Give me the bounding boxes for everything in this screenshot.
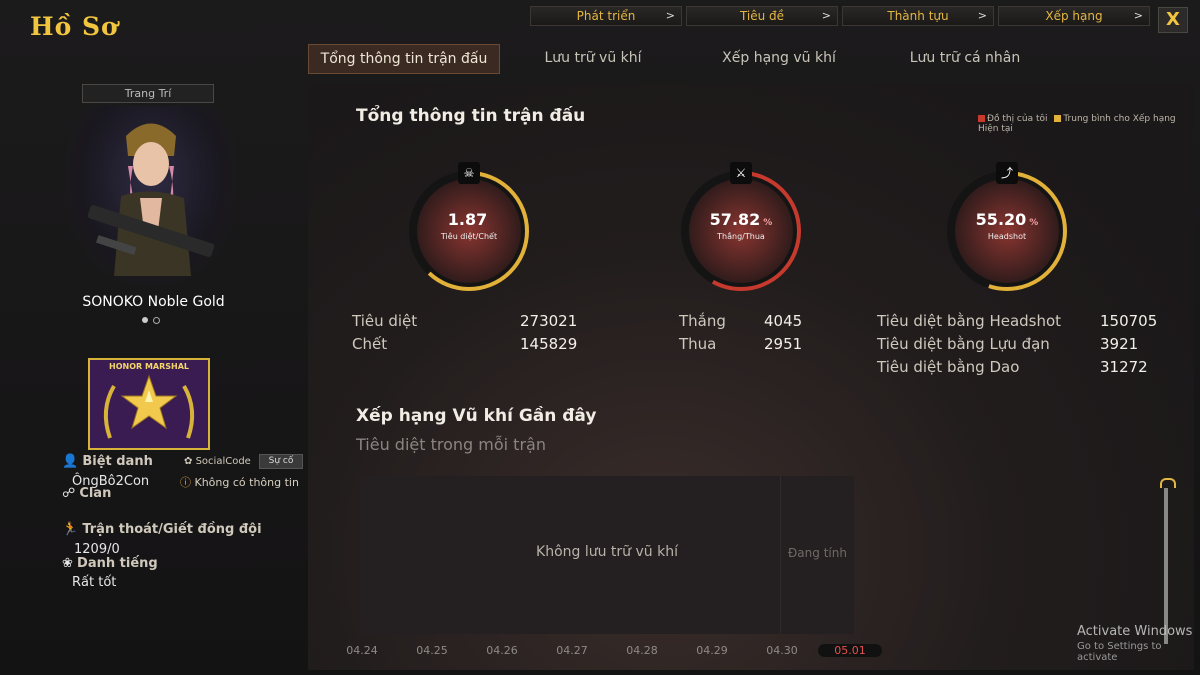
gauge-label: Tiêu diệt/Chết [440,232,498,241]
gauge-label: Thắng/Thua [717,232,765,241]
date-tab[interactable]: 04.25 [402,644,462,657]
date-tab[interactable]: 04.27 [542,644,602,657]
close-button[interactable]: X [1158,7,1188,33]
reputation-value: Rất tốt [72,575,117,590]
watermark-line1: Activate Windows [1077,624,1193,639]
character-name: SONOKO Noble Gold [82,294,225,310]
top-nav: Phát triển > Tiêu đề > Thành tựu > Xếp hạng… [530,6,1150,26]
date-tab[interactable]: 04.30 [752,644,812,657]
stat-deaths-value: 145829 [520,335,578,353]
escape-label: 🏃 Trận thoát/Giết đồng đội [62,522,262,537]
stat-headshot-label: Tiêu diệt bằng Headshot [877,312,1062,330]
gauge-value: 57.82% [709,210,773,229]
clan-icon: ☍ [62,486,76,501]
topnav-label: Tiêu đề [739,9,785,23]
pending-message: Đang tính [788,546,847,560]
social-icon: ✿ [184,456,193,467]
windows-activation-watermark: Activate Windows Go to Settings to activ… [1077,624,1200,663]
social-code-value: ⓘ Không có thông tin [180,476,299,489]
empty-message: Không lưu trữ vũ khí [536,544,678,560]
gauge-label: Headshot [987,232,1027,241]
date-tab[interactable]: 04.28 [612,644,672,657]
crossed-guns-icon: ⚔ [730,162,752,184]
date-tab[interactable]: 04.24 [332,644,392,657]
stat-knife-label: Tiêu diệt bằng Dao [877,358,1020,376]
topnav-label: Thành tựu [887,9,949,23]
stat-kills-value: 273021 [520,312,578,330]
nickname-label: 👤 Biệt danh [62,454,153,469]
chevron-right-icon: > [821,9,831,22]
weapon-ranking-title: Xếp hạng Vũ khí Gần đây [356,406,597,426]
chevron-right-icon: > [1133,9,1143,22]
stat-wins-value: 4045 [764,312,803,330]
scroll-up-arrow[interactable] [1160,478,1176,488]
tab-xep-hang-vu-khi[interactable]: Xếp hạng vũ khí [686,44,872,74]
stat-kills-label: Tiêu diệt [352,312,418,330]
character-portrait [66,106,236,286]
question-icon: ⓘ [180,476,191,489]
stat-losses-label: Thua [679,335,717,353]
stat-grenade-value: 3921 [1100,335,1139,353]
running-icon: 🏃 [62,522,79,537]
reputation-label: ❀ Danh tiếng [62,556,158,571]
clan-label: ☍ Clan [62,486,112,501]
carousel-dot-active[interactable] [142,317,148,323]
gauge-value: 55.20% [975,210,1039,229]
topnav-label: Phát triển [576,9,636,23]
stat-losses-value: 2951 [764,335,803,353]
weapon-chart-area: Không lưu trữ vũ khí Đang tính [360,476,854,634]
summary-title: Tổng thông tin trận đấu [356,106,586,126]
decorate-button[interactable]: Trang Trí [82,84,214,103]
tab-bar: Tổng thông tin trận đấu Lưu trữ vũ khí X… [308,44,1058,74]
carousel-dot[interactable] [153,317,160,324]
topnav-xep-hang[interactable]: Xếp hạng > [998,6,1150,26]
topnav-label: Xếp hạng [1045,9,1103,23]
topnav-tieu-de[interactable]: Tiêu đề > [686,6,838,26]
rifle-icon: ⤴ [996,162,1018,184]
user-icon: 👤 [62,454,79,469]
legend-swatch-mine [978,115,985,122]
topnav-phat-trien[interactable]: Phát triển > [530,6,682,26]
window-title: Hồ Sơ [30,12,119,41]
chevron-right-icon: > [977,9,987,22]
rank-badge: HONOR MARSHAL [88,358,210,450]
social-code-label: ✿ SocialCode [184,456,251,467]
tab-luu-tru-ca-nhan[interactable]: Lưu trữ cá nhân [872,44,1058,74]
profile-window: Hồ Sơ Phát triển > Tiêu đề > Thành tựu > Xế… [0,0,1200,675]
carousel-dots [142,317,160,324]
legend-swatch-avg [1054,115,1062,122]
date-tab[interactable]: 04.29 [682,644,742,657]
gauge-headshot: ⤴ 55.20% Headshot [942,162,1072,296]
topnav-thanh-tuu[interactable]: Thành tựu > [842,6,994,26]
reputation-icon: ❀ [62,556,73,571]
stat-grenade-label: Tiêu diệt bằng Lựu đạn [877,335,1050,353]
stat-knife-value: 31272 [1100,358,1148,376]
chevron-right-icon: > [665,9,675,22]
skull-icon: ☠ [458,162,480,184]
tab-tong-thong-tin[interactable]: Tổng thông tin trận đấu [308,44,500,74]
profile-sidebar: Trang Trí SONOKO Noble Gold HONOR MARSHA… [56,84,306,664]
legend-mine: Đồ thị của tôi [987,114,1048,124]
tab-luu-tru-vu-khi[interactable]: Lưu trữ vũ khí [500,44,686,74]
watermark-line2: Go to Settings to activate [1077,641,1162,663]
stat-deaths-label: Chết [352,335,388,353]
date-tab-selected[interactable]: 05.01 [818,644,882,657]
gauge-value: 1.87 [447,210,488,229]
suco-button[interactable]: Sự cố [259,454,303,469]
summary-panel: Tổng thông tin trận đấu Đồ thị của tôi T… [308,84,1194,670]
escape-value: 1209/0 [74,542,120,557]
stat-wins-label: Thắng [679,312,726,330]
date-tab[interactable]: 04.26 [472,644,532,657]
scroll-track[interactable] [1164,488,1168,644]
chart-legend: Đồ thị của tôi Trung bình cho Xếp hạng H… [978,114,1188,134]
gauge-kd: ☠ 1.87 Tiêu diệt/Chết [404,162,534,296]
gauge-winrate: ⚔ 57.82% Thắng/Thua [676,162,806,296]
weapon-ranking-subtitle: Tiêu diệt trong mỗi trận [356,435,546,454]
stat-headshot-value: 150705 [1100,312,1158,330]
